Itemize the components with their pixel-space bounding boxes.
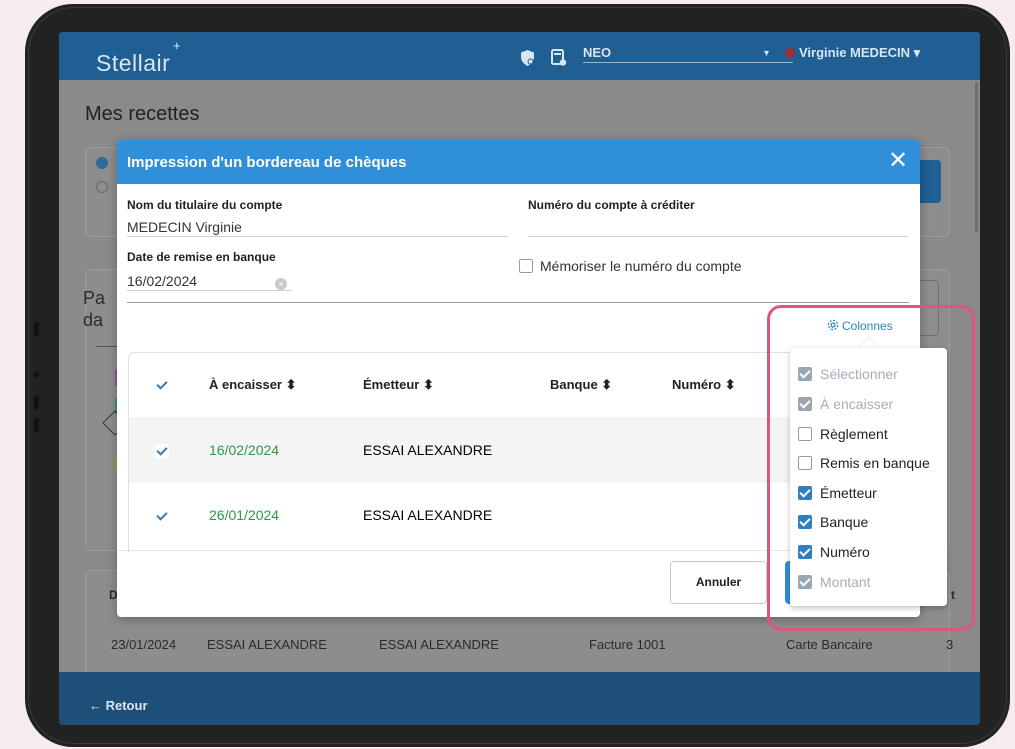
row-checkbox[interactable] xyxy=(155,444,169,458)
side-sensor xyxy=(34,322,39,336)
input-underline xyxy=(127,236,508,237)
input-underline xyxy=(127,290,292,291)
row-date: 26/01/2024 xyxy=(209,507,280,523)
row-checkbox[interactable] xyxy=(155,509,169,523)
table-cell: Carte Bancaire xyxy=(786,637,873,652)
row-emitter: ESSAI ALEXANDRE xyxy=(363,442,493,458)
table-cell: ESSAI ALEXANDRE xyxy=(207,637,327,652)
app-footer: ← Retour xyxy=(59,672,980,725)
column-header-number[interactable]: Numéro ⬍ xyxy=(672,377,736,393)
chevron-down-icon[interactable]: ▾ xyxy=(764,48,769,59)
radio-option[interactable] xyxy=(96,157,108,169)
row-emitter: ESSAI ALEXANDRE xyxy=(363,507,493,523)
app-logo[interactable]: Stellair + xyxy=(96,38,181,77)
clear-icon[interactable]: × xyxy=(275,278,287,290)
back-button[interactable]: ← Retour xyxy=(89,698,148,713)
row-date: 16/02/2024 xyxy=(209,442,280,458)
shield-icon[interactable] xyxy=(520,50,535,66)
page-title: Mes recettes xyxy=(85,103,200,125)
scrollbar[interactable] xyxy=(975,82,978,232)
deposit-date-label: Date de remise en banque xyxy=(127,250,276,264)
card-reader-icon[interactable] xyxy=(551,49,567,67)
table-cell: 3 xyxy=(946,637,954,652)
side-sensor xyxy=(34,396,39,410)
table-cell: Facture 1001 xyxy=(589,637,666,652)
dialog-header: Impression d'un bordereau de chèques ✕ xyxy=(117,140,920,184)
remember-account-checkbox[interactable] xyxy=(519,259,533,273)
action-button[interactable] xyxy=(919,160,941,203)
app-header: Stellair + NEO ▾ Virginie MEDECIN ▾ xyxy=(59,32,980,80)
workspace-selector[interactable]: NEO xyxy=(583,45,793,63)
account-holder-input[interactable]: MEDECIN Virginie xyxy=(127,219,242,235)
status-dot-icon xyxy=(785,48,795,58)
table-cell: ESSAI ALEXANDRE xyxy=(379,637,499,652)
column-header-to-cash[interactable]: À encaisser ⬍ xyxy=(209,377,297,393)
chevron-down-icon: ▾ xyxy=(913,45,921,60)
side-sensor xyxy=(34,372,39,378)
radio-option[interactable] xyxy=(96,181,108,193)
highlight-frame xyxy=(767,305,975,631)
account-holder-label: Nom du titulaire du compte xyxy=(127,198,283,212)
side-sensor xyxy=(34,418,39,432)
account-number-input[interactable] xyxy=(528,219,908,237)
deposit-date-input[interactable]: 16/02/2024 xyxy=(127,273,197,289)
section-title-fragment: da xyxy=(83,310,104,330)
column-header-bank[interactable]: Banque ⬍ xyxy=(550,377,612,393)
select-all-checkbox[interactable] xyxy=(155,378,169,392)
close-icon[interactable]: ✕ xyxy=(888,149,908,173)
remember-account-label: Mémoriser le numéro du compte xyxy=(540,258,742,274)
divider xyxy=(127,302,909,303)
input-underline xyxy=(528,236,908,237)
account-number-label: Numéro du compte à créditer xyxy=(528,198,695,212)
user-menu[interactable]: Virginie MEDECIN ▾ xyxy=(785,45,920,61)
cancel-button[interactable]: Annuler xyxy=(670,561,767,604)
section-title-fragment: Pa xyxy=(83,288,106,308)
dialog-title: Impression d'un bordereau de chèques xyxy=(127,154,407,171)
column-header-emitter[interactable]: Émetteur ⬍ xyxy=(363,377,434,393)
table-cell: 23/01/2024 xyxy=(111,637,177,652)
